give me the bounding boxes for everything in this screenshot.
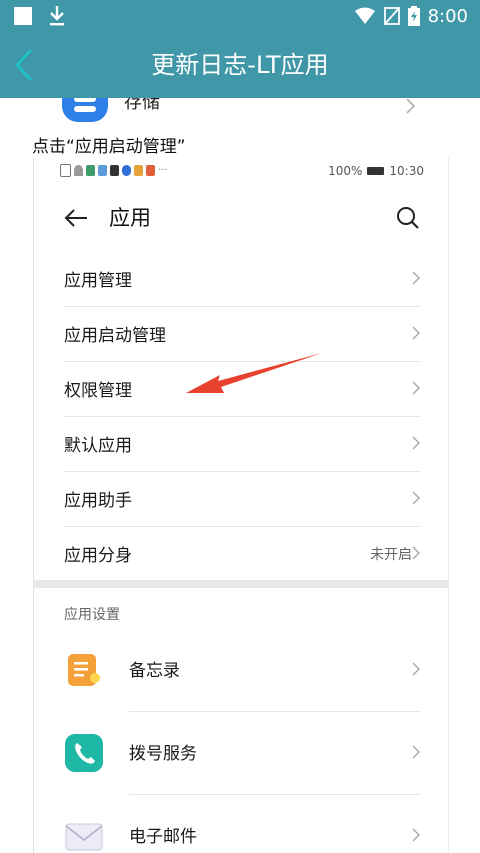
chevron-right-icon xyxy=(412,745,420,759)
page-title: 更新日志-LT应用 xyxy=(151,51,329,79)
chevron-right-icon xyxy=(412,271,420,285)
phone-page-title: 应用 xyxy=(109,206,151,230)
menu-item-label: 默认应用 xyxy=(64,436,132,456)
arrow-left-icon[interactable] xyxy=(64,208,88,228)
status-time: 8:00 xyxy=(427,5,468,27)
menu-item-app-assistant[interactable]: 应用助手 xyxy=(34,472,448,527)
download-icon xyxy=(50,6,64,26)
phone-header: 应用 xyxy=(34,200,448,240)
battery-charging-icon xyxy=(407,6,420,26)
menu-item-label: 应用助手 xyxy=(64,491,132,511)
embedded-screenshot: ··· 100% 10:30 应用 应用管理 应用启动管理 权限管理 默认应用 … xyxy=(33,156,449,853)
app-menu-list: 应用管理 应用启动管理 权限管理 默认应用 应用助手 应用分身 未开启 xyxy=(34,252,448,582)
menu-item-label: 应用启动管理 xyxy=(64,326,166,346)
content-area: 存储 点击“应用启动管理” ··· 100% 10:30 应用 应用管理 应用启… xyxy=(0,98,480,853)
chevron-right-icon xyxy=(412,662,420,676)
phone-battery-percent: 100% xyxy=(328,164,363,178)
chevron-right-icon xyxy=(412,436,420,450)
chevron-right-icon xyxy=(412,828,420,842)
phone-icon xyxy=(65,734,103,772)
app-bar: 更新日志-LT应用 xyxy=(0,32,480,98)
wifi-icon xyxy=(354,7,375,24)
storage-label: 存储 xyxy=(124,98,160,113)
app-item-notes[interactable]: 备忘录 xyxy=(34,630,448,712)
no-sim-icon xyxy=(383,7,400,25)
email-icon xyxy=(65,823,103,851)
chevron-right-icon xyxy=(412,326,420,340)
chevron-right-icon xyxy=(412,381,420,395)
storage-icon xyxy=(62,98,108,122)
chevron-right-icon xyxy=(412,491,420,505)
notes-icon xyxy=(68,654,100,686)
storage-item[interactable]: 存储 xyxy=(0,98,480,130)
status-bar: 8:00 xyxy=(0,0,480,32)
menu-item-label: 应用管理 xyxy=(64,271,132,291)
pointer-arrow-icon xyxy=(186,353,322,393)
app-twin-status: 未开启 xyxy=(370,547,412,563)
section-header: 应用设置 xyxy=(64,607,120,623)
phone-status-icons: ··· xyxy=(60,164,168,177)
section-divider xyxy=(34,580,448,588)
app-item-label: 电子邮件 xyxy=(129,827,197,847)
app-item-label: 备忘录 xyxy=(129,661,180,681)
chevron-right-icon xyxy=(412,546,420,560)
phone-status-time: 10:30 xyxy=(389,164,424,178)
menu-item-app-twin[interactable]: 应用分身 未开启 xyxy=(34,527,448,582)
menu-item-label: 权限管理 xyxy=(64,381,132,401)
menu-item-label: 应用分身 xyxy=(64,546,132,566)
notification-icon xyxy=(14,7,32,25)
instruction-text: 点击“应用启动管理” xyxy=(32,137,186,157)
phone-battery-icon xyxy=(367,167,385,175)
app-item-dialer[interactable]: 拨号服务 xyxy=(34,713,448,795)
menu-item-app-management[interactable]: 应用管理 xyxy=(34,252,448,307)
phone-status-bar: ··· 100% 10:30 xyxy=(34,164,448,180)
chevron-right-icon xyxy=(406,98,415,114)
app-item-email[interactable]: 电子邮件 xyxy=(34,796,448,853)
app-item-label: 拨号服务 xyxy=(129,744,197,764)
menu-item-default-apps[interactable]: 默认应用 xyxy=(34,417,448,472)
search-icon[interactable] xyxy=(396,206,420,230)
